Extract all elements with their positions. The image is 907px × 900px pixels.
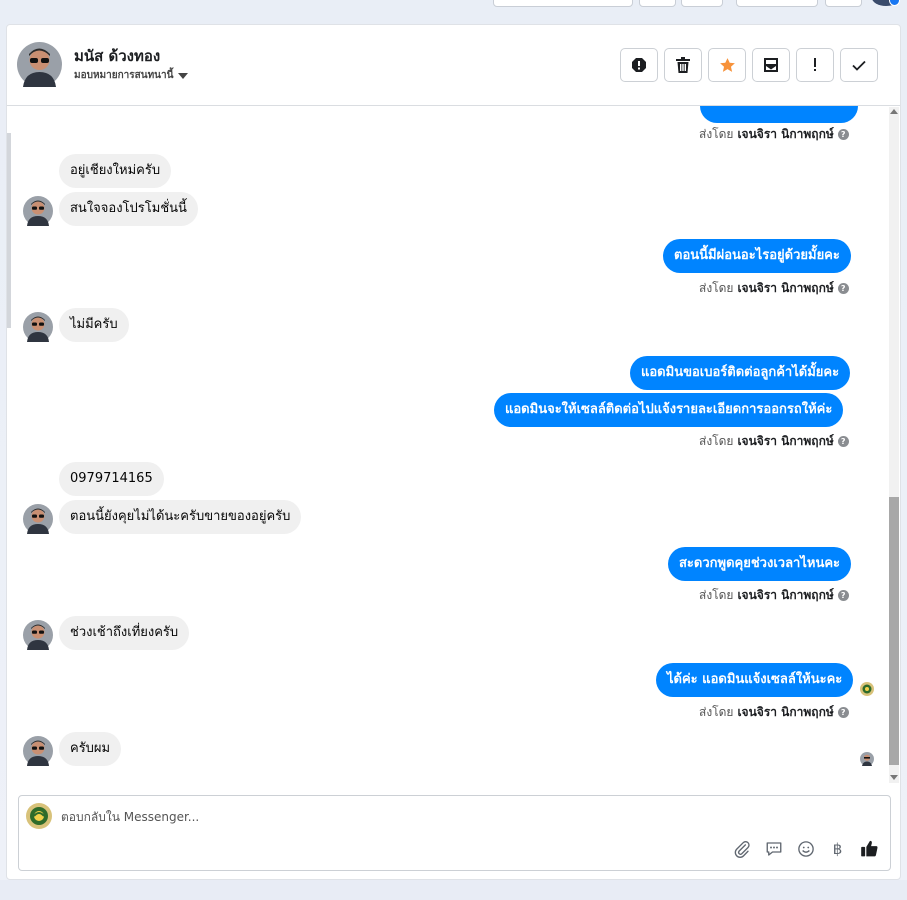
star-button[interactable] bbox=[708, 48, 746, 82]
top-toolbar-button[interactable] bbox=[681, 0, 723, 7]
sent-by-line: ส่งโดย เจนจิรา นิกาพฤกษ์ ? bbox=[699, 432, 849, 451]
help-icon[interactable]: ? bbox=[837, 590, 849, 601]
check-icon bbox=[852, 60, 866, 71]
message-bubble-outgoing: ตอนนี้มีผ่อนอะไรอยู่ด้วยมั้ยคะ bbox=[663, 239, 851, 273]
contact-avatar-small bbox=[23, 736, 53, 766]
star-icon bbox=[719, 57, 735, 72]
message-bubble-incoming: ครับผม bbox=[59, 732, 122, 766]
help-icon[interactable]: ? bbox=[837, 283, 849, 294]
scrollbar-thumb[interactable] bbox=[889, 497, 899, 765]
exclamation-icon bbox=[814, 58, 816, 71]
like-icon[interactable] bbox=[859, 838, 880, 859]
sent-by-line: ส่งโดย เจนจิรา นิกาพฤกษ์ ? bbox=[699, 125, 849, 144]
thread-scrollbar[interactable] bbox=[887, 107, 899, 783]
composer-tools: ฿ bbox=[731, 838, 880, 859]
contact-avatar-small bbox=[23, 196, 53, 226]
header-actions bbox=[620, 48, 878, 82]
sent-by-line: ส่งโดย เจนจิรา นิกาพฤกษ์ ? bbox=[699, 703, 849, 722]
message-bubble-outgoing-cropped bbox=[700, 106, 858, 123]
help-icon[interactable]: ? bbox=[837, 129, 849, 140]
seen-avatar-icon bbox=[860, 751, 874, 766]
contact-avatar-small bbox=[23, 312, 53, 342]
message-bubble-incoming: ตอนนี้ยังคุยไม่ได้นะครับขายของอยู่ครับ bbox=[59, 500, 302, 534]
contact-avatar[interactable] bbox=[17, 42, 62, 87]
top-toolbar-button[interactable] bbox=[493, 0, 633, 7]
trash-icon bbox=[676, 57, 690, 73]
message-bubble-incoming: อยู่เชียงใหม่ครับ bbox=[59, 154, 172, 188]
conversation-header: มนัส ด้วงทอง มอบหมายการสนทนานี้ bbox=[7, 25, 900, 106]
delete-button[interactable] bbox=[664, 48, 702, 82]
emoji-icon[interactable] bbox=[795, 838, 816, 859]
message-bubble-incoming: ช่วงเช้าถึงเที่ยงครับ bbox=[59, 616, 190, 650]
saved-reply-icon[interactable] bbox=[763, 838, 784, 859]
scroll-down-arrow-icon[interactable] bbox=[890, 775, 898, 780]
sent-by-line: ส่งโดย เจนจิรา นิกาพฤกษ์ ? bbox=[699, 279, 849, 298]
mark-done-button[interactable] bbox=[840, 48, 878, 82]
reply-input[interactable] bbox=[61, 807, 661, 827]
report-spam-icon bbox=[632, 58, 646, 72]
help-icon[interactable]: ? bbox=[837, 707, 849, 718]
top-toolbar-strip bbox=[0, 0, 907, 24]
sent-by-line: ส่งโดย เจนจิรา นิกาพฤกษ์ ? bbox=[699, 586, 849, 605]
assign-conversation-dropdown[interactable]: มอบหมายการสนทนานี้ bbox=[74, 68, 189, 83]
message-bubble-incoming: สนใจจองโปรโมชั่นนี้ bbox=[59, 192, 198, 226]
page-logo-seen-icon bbox=[860, 681, 874, 696]
message-bubble-incoming: 0979714165 bbox=[59, 462, 164, 496]
contact-name[interactable]: มนัส ด้วงทอง bbox=[74, 44, 160, 68]
message-thread[interactable]: ส่งโดย เจนจิรา นิกาพฤกษ์ ? อยู่เชียงใหม่… bbox=[7, 106, 885, 786]
mark-unread-icon bbox=[764, 58, 778, 72]
message-bubble-incoming: ไม่มีครับ bbox=[59, 308, 129, 342]
reply-composer: ฿ bbox=[18, 795, 891, 871]
caret-down-icon bbox=[178, 72, 189, 79]
contact-avatar-small bbox=[23, 504, 53, 534]
message-bubble-outgoing: สะดวกพูดคุยช่วงเวลาไหนคะ bbox=[668, 547, 852, 581]
message-bubble-outgoing: ได้ค่ะ แอดมินแจ้งเซลล์ให้นะคะ bbox=[656, 663, 854, 697]
top-toolbar-button[interactable] bbox=[639, 0, 676, 7]
page-bottom-strip bbox=[0, 880, 907, 900]
contact-avatar-small bbox=[23, 620, 53, 650]
top-toolbar-button[interactable] bbox=[736, 0, 818, 7]
assign-label: มอบหมายการสนทนานี้ bbox=[74, 70, 174, 81]
message-bubble-outgoing: แอดมินจะให้เซลล์ติดต่อไปแจ้งรายละเอียดกา… bbox=[494, 393, 844, 427]
page-avatar[interactable] bbox=[872, 0, 900, 6]
attachment-icon[interactable] bbox=[731, 838, 752, 859]
message-bubble-outgoing: แอดมินขอเบอร์ติดต่อลูกค้าได้มั้ยคะ bbox=[630, 356, 851, 390]
report-spam-button[interactable] bbox=[620, 48, 658, 82]
follow-up-button[interactable] bbox=[796, 48, 834, 82]
mark-unread-button[interactable] bbox=[752, 48, 790, 82]
help-icon[interactable]: ? bbox=[837, 436, 849, 447]
conversation-panel: มนัส ด้วงทอง มอบหมายการสนทนานี้ ส่งโดย เ… bbox=[6, 24, 901, 880]
baht-icon[interactable]: ฿ bbox=[827, 838, 848, 859]
top-toolbar-button[interactable] bbox=[825, 0, 862, 7]
page-logo-icon bbox=[26, 803, 52, 829]
scroll-up-arrow-icon[interactable] bbox=[890, 109, 898, 114]
